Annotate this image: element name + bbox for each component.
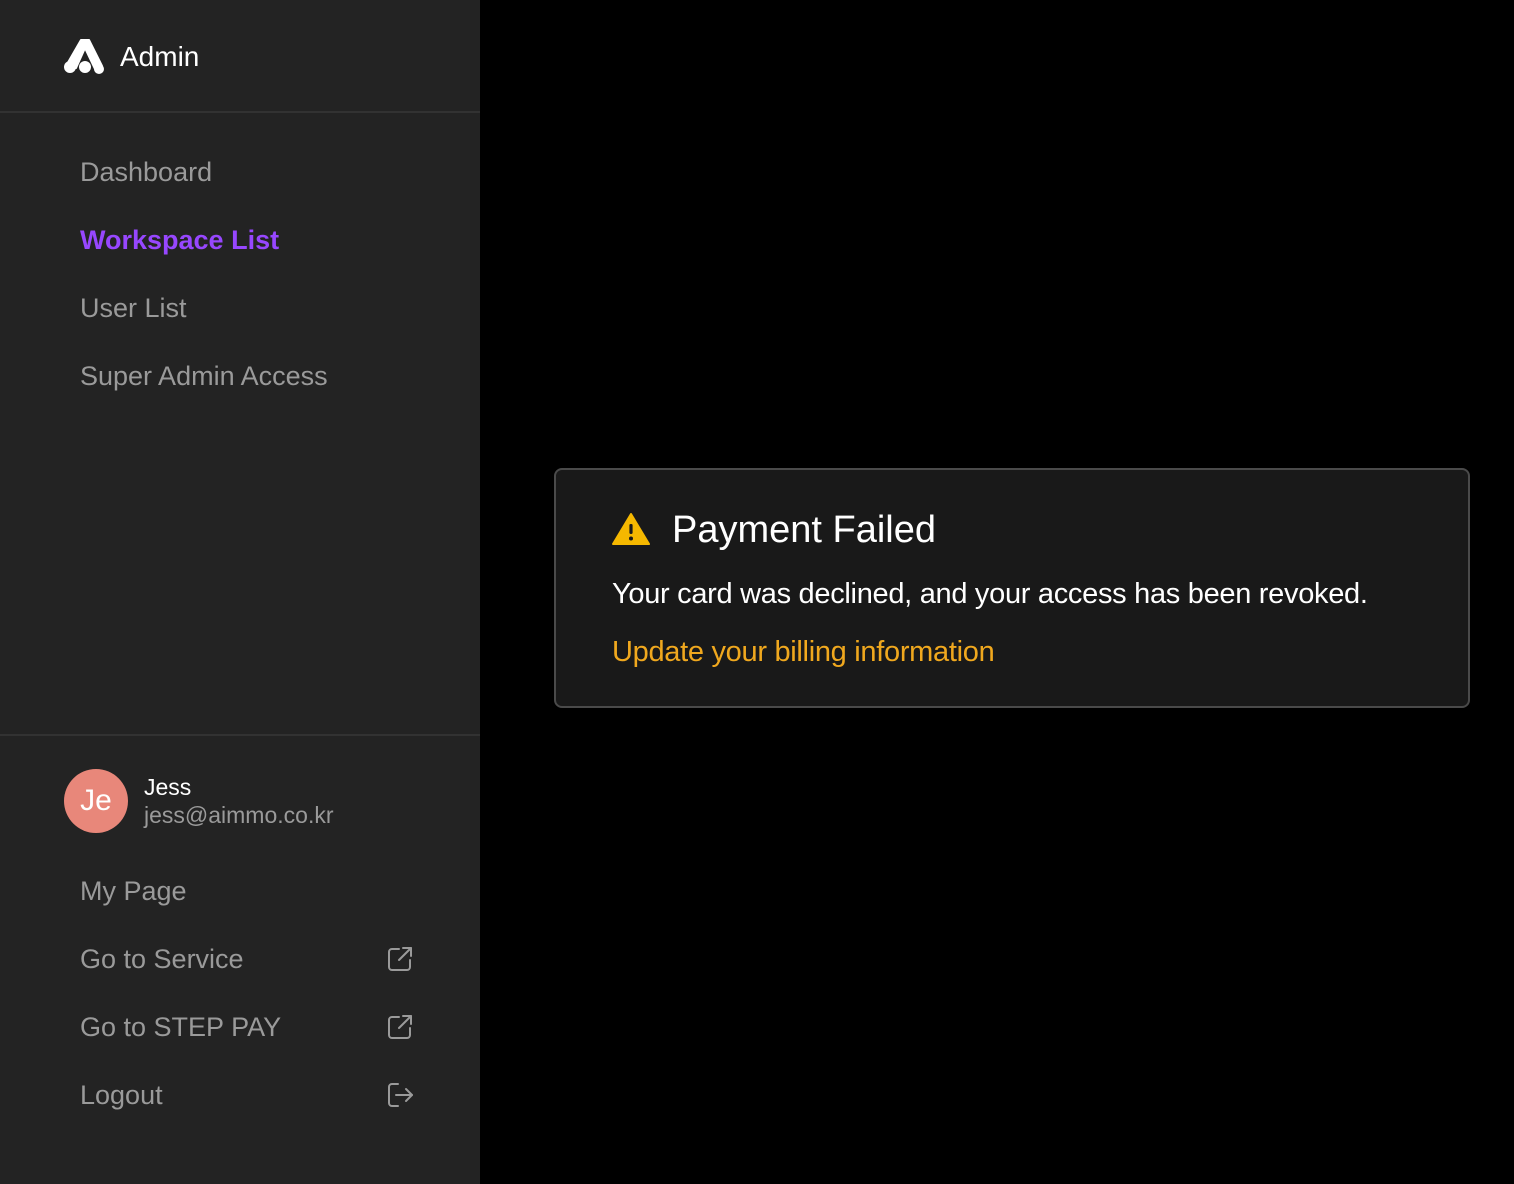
admin-app: Admin Dashboard Workspace List User List… — [0, 0, 1514, 1184]
aimmo-logo-icon — [64, 39, 104, 74]
my-page-label: My Page — [80, 876, 187, 906]
logout-button[interactable]: Logout — [80, 1078, 416, 1114]
go-to-step-pay-label: Go to STEP PAY — [80, 1012, 282, 1042]
logout-icon — [388, 1083, 413, 1107]
warning-icon — [612, 513, 650, 545]
sidebar-footer: Je Jess jess@aimmo.co.kr My Page Go to S… — [0, 734, 480, 1184]
sidebar-item-dashboard[interactable]: Dashboard — [80, 155, 212, 189]
user-name: Jess — [144, 774, 192, 800]
my-page-link[interactable]: My Page — [80, 874, 416, 910]
alert-message: Your card was declined, and your access … — [612, 578, 1368, 610]
sidebar: Admin Dashboard Workspace List User List… — [0, 0, 480, 1184]
brand-title: Admin — [120, 41, 200, 72]
external-link-icon — [388, 947, 412, 971]
go-to-service-label: Go to Service — [80, 944, 244, 974]
payment-failed-alert: Payment Failed Your card was declined, a… — [554, 468, 1470, 708]
go-to-step-pay-link[interactable]: Go to STEP PAY — [80, 1010, 416, 1046]
avatar: Je — [64, 769, 128, 833]
user-email: jess@aimmo.co.kr — [144, 802, 334, 828]
sidebar-item-user-list[interactable]: User List — [80, 291, 187, 325]
sidebar-item-workspace-list[interactable]: Workspace List — [80, 223, 279, 257]
main-content: Payment Failed Your card was declined, a… — [480, 0, 1514, 1184]
go-to-service-link[interactable]: Go to Service — [80, 942, 416, 978]
sidebar-item-super-admin-access[interactable]: Super Admin Access — [80, 359, 328, 393]
alert-title: Payment Failed — [672, 509, 937, 551]
external-link-icon — [388, 1015, 412, 1039]
brand-header: Admin — [0, 0, 480, 113]
logout-label: Logout — [80, 1080, 163, 1110]
update-billing-link[interactable]: Update your billing information — [612, 634, 995, 670]
